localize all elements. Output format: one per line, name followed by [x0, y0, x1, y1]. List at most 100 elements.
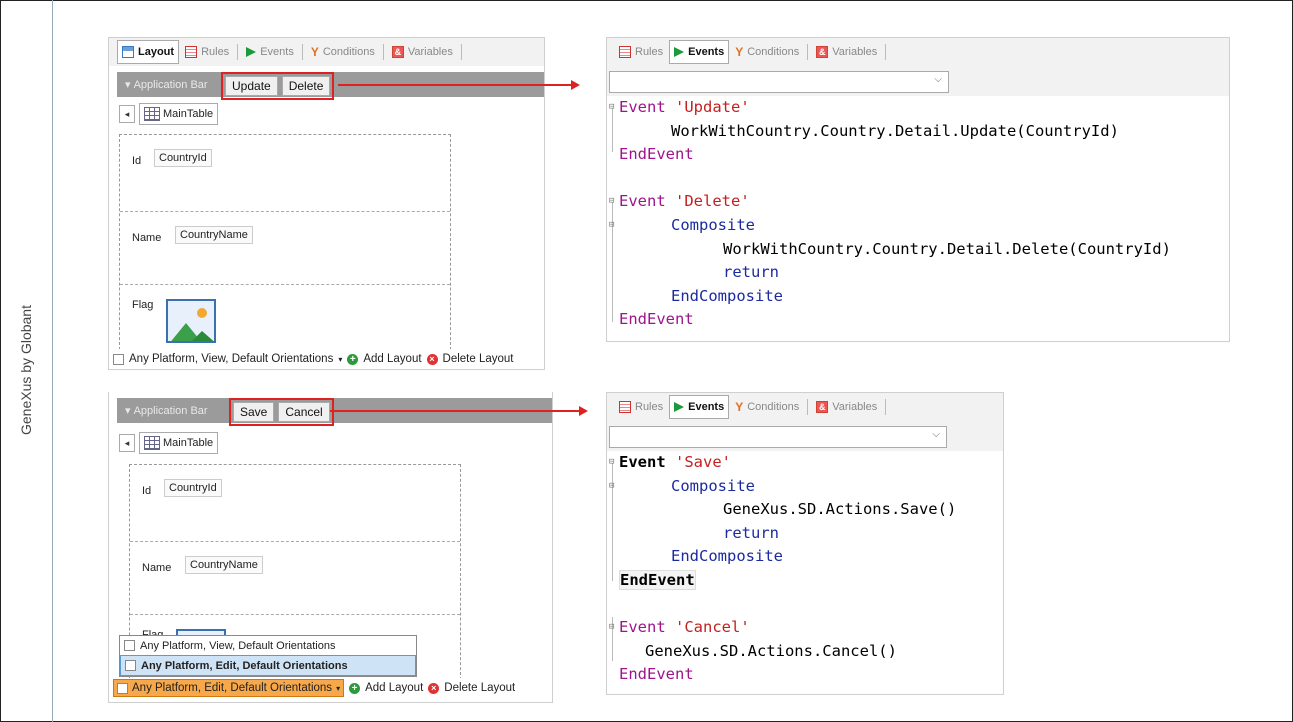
layout-selector[interactable]: Any Platform, View, Default Orientations: [129, 353, 333, 365]
event-selector[interactable]: ⌵: [609, 71, 949, 93]
main-table[interactable]: MainTable: [139, 432, 219, 454]
fold-toggle-icon[interactable]: ⊟: [609, 475, 614, 499]
tab-events[interactable]: Events: [242, 41, 298, 63]
brand-label: GeneXus by Globant: [18, 305, 34, 435]
save-button[interactable]: Save: [233, 402, 275, 422]
tab-label: Rules: [201, 46, 230, 58]
code-line: EndEvent: [619, 310, 694, 329]
tab-events[interactable]: Events: [669, 40, 730, 64]
code-line: return: [723, 263, 779, 282]
collapse-left-icon[interactable]: ◂: [119, 105, 135, 123]
chevron-down-icon: ⌵: [934, 74, 942, 85]
field-label: Flag: [132, 299, 154, 311]
chevron-down-icon: ⌵: [932, 429, 940, 440]
country-name-field[interactable]: CountryName: [185, 556, 263, 574]
checkbox-icon: [125, 660, 136, 671]
code-line: EndComposite: [671, 286, 783, 305]
fold-toggle-icon[interactable]: ⊟: [609, 451, 614, 475]
image-placeholder-icon[interactable]: [166, 299, 216, 343]
tab-rules[interactable]: Rules: [615, 396, 667, 418]
menu-item-edit[interactable]: Any Platform, Edit, Default Orientations: [120, 655, 416, 676]
code-line: EndEvent: [619, 570, 696, 590]
form-area: Id CountryId Name CountryName Flag: [119, 134, 451, 350]
field-label: Id: [132, 155, 142, 167]
country-id-field[interactable]: CountryId: [154, 149, 212, 167]
arrow-connector: [338, 80, 580, 90]
table-grid-icon: [144, 436, 160, 450]
code-line: Composite: [671, 216, 755, 234]
field-label: Id: [142, 485, 152, 497]
fold-toggle-icon[interactable]: ⊟: [609, 96, 614, 120]
add-icon[interactable]: +: [347, 353, 359, 365]
menu-item-label: Any Platform, Edit, Default Orientations: [141, 659, 348, 672]
tab-label: Events: [688, 401, 725, 413]
sidebar: GeneXus by Globant: [0, 0, 53, 722]
variables-icon: &: [816, 46, 829, 58]
delete-icon[interactable]: ×: [428, 682, 440, 694]
tab-conditions[interactable]: Y Conditions: [731, 396, 803, 418]
platform-checkbox-icon: [117, 682, 128, 694]
flag-icon: [674, 47, 685, 57]
tab-variables[interactable]: & Variables: [812, 396, 881, 418]
delete-button[interactable]: Delete: [281, 76, 331, 96]
code-line: GeneXus.SD.Actions.Cancel(): [645, 641, 897, 660]
flag-icon: [674, 402, 685, 412]
delete-layout-link[interactable]: Delete Layout: [443, 353, 514, 365]
tab-rules[interactable]: Rules: [181, 41, 233, 63]
code-line: EndEvent: [619, 665, 694, 684]
fold-toggle-icon[interactable]: ⊟: [609, 214, 614, 238]
tab-conditions[interactable]: Y Conditions: [731, 41, 803, 63]
form-row-name: Name CountryName: [120, 212, 450, 285]
tab-layout[interactable]: Layout: [117, 40, 180, 64]
variables-icon: &: [391, 46, 404, 58]
event-selector[interactable]: ⌵: [609, 426, 947, 448]
tab-variables[interactable]: & Variables: [812, 41, 881, 63]
field-label: Name: [132, 232, 162, 244]
add-layout-link[interactable]: Add Layout: [363, 353, 421, 365]
platform-checkbox-icon[interactable]: [113, 353, 124, 365]
add-layout-link[interactable]: Add Layout: [365, 682, 423, 694]
flag-icon: [246, 47, 257, 57]
code-line: Event 'Save': [619, 453, 731, 471]
tab-label: Layout: [138, 46, 175, 58]
tab-divider: [885, 44, 887, 60]
fold-toggle-icon[interactable]: ⊟: [609, 190, 614, 214]
main-table[interactable]: MainTable: [139, 103, 219, 125]
collapse-left-icon[interactable]: ◂: [119, 434, 135, 452]
code-line: Composite: [671, 476, 755, 495]
layout-tabbar: Layout Rules Events Y Conditions & Variabl…: [109, 38, 544, 66]
layout-icon: [122, 46, 134, 58]
country-name-field[interactable]: CountryName: [175, 226, 253, 244]
filter-icon: Y: [310, 45, 319, 59]
tab-label: Rules: [635, 46, 664, 58]
rules-icon: [619, 401, 631, 413]
update-button[interactable]: Update: [225, 76, 278, 96]
code-line: EndEvent: [619, 145, 694, 164]
tab-label: Variables: [832, 401, 878, 413]
form-row-flag: Flag: [120, 285, 450, 349]
tab-events[interactable]: Events: [669, 395, 730, 419]
delete-icon[interactable]: ×: [426, 353, 438, 365]
dropdown-arrow-icon[interactable]: ▾: [338, 355, 342, 364]
main-table-label: MainTable: [163, 108, 214, 120]
events-panel-bottom: Rules Events Y Conditions & Variables ⌵ ⊟ …: [606, 392, 1004, 695]
country-id-field[interactable]: CountryId: [164, 479, 222, 497]
tab-rules[interactable]: Rules: [615, 41, 667, 63]
table-grid-icon: [144, 107, 160, 121]
cancel-button[interactable]: Cancel: [278, 402, 330, 422]
layout-panel-bottom: ▾ Application Bar Save Cancel ◂ MainTabl…: [108, 392, 553, 703]
code-line: Event 'Update': [619, 98, 750, 116]
code-editor[interactable]: ⊟ Event 'Save' ⊟ Composite GeneXus.SD.Ac…: [607, 451, 1003, 691]
code-editor[interactable]: ⊟ Event 'Update' WorkWithCountry.Country…: [607, 96, 1229, 336]
tab-conditions[interactable]: Y Conditions: [307, 41, 379, 63]
fold-toggle-icon[interactable]: ⊟: [609, 616, 614, 640]
layout-selector[interactable]: Any Platform, Edit, Default Orientations…: [113, 679, 345, 697]
app-bar-buttons: Update Delete: [221, 72, 335, 100]
dropdown-arrow-icon: ▾: [336, 683, 341, 693]
checkbox-icon: [124, 640, 135, 651]
tab-variables[interactable]: & Variables: [388, 41, 457, 63]
menu-item-view[interactable]: Any Platform, View, Default Orientations: [120, 636, 416, 655]
add-icon[interactable]: +: [349, 682, 361, 694]
delete-layout-link[interactable]: Delete Layout: [444, 682, 515, 694]
code-line: Event 'Delete': [619, 192, 750, 211]
